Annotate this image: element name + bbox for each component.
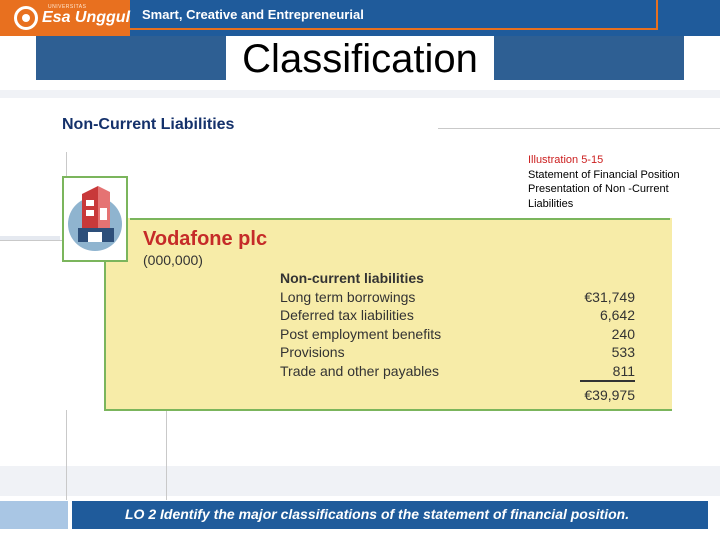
- footer-bottom-strip: [0, 529, 720, 540]
- divider-line: [438, 128, 720, 129]
- illustration-number: Illustration 5-15: [528, 154, 604, 166]
- divider-line: [66, 410, 67, 500]
- slide-title: Classification: [242, 37, 478, 81]
- row-label: Deferred tax liabilities: [280, 307, 414, 323]
- divider-line: [0, 240, 62, 241]
- divider-line: [66, 152, 67, 178]
- illustration-description: Statement of Financial Position Presenta…: [528, 168, 680, 210]
- illustration-caption: Illustration 5-15 Statement of Financial…: [528, 153, 708, 211]
- learning-objective: LO 2 Identify the major classifications …: [125, 506, 630, 522]
- university-emblem-icon: [14, 6, 38, 30]
- company-logo-frame: [62, 176, 128, 262]
- panel-left-border: [104, 262, 106, 410]
- panel-bottom-border: [104, 409, 672, 411]
- university-logo[interactable]: UNIVERSITAS Esa Unggul: [0, 0, 130, 36]
- row-value: €31,749: [584, 289, 635, 305]
- section-heading: Non-current liabilities: [280, 270, 424, 286]
- company-building-icon: [68, 186, 122, 251]
- row-value: 533: [611, 344, 635, 360]
- background-streak: [0, 466, 720, 496]
- row-label: Long term borrowings: [280, 289, 416, 305]
- divider-line: [166, 410, 167, 500]
- footer-accent: [0, 501, 68, 529]
- sum-rule: [580, 380, 635, 382]
- row-value: 6,642: [599, 307, 635, 323]
- logo-brand-text: Esa Unggul: [42, 9, 131, 26]
- units-label: (000,000): [143, 252, 203, 268]
- total-value: €39,975: [584, 387, 635, 403]
- row-label: Trade and other payables: [280, 363, 440, 379]
- header-tagline: Smart, Creative and Entrepreneurial: [142, 7, 364, 22]
- row-label: Post employment benefits: [280, 326, 442, 342]
- row-value: 811: [612, 363, 635, 379]
- panel-top-border: [130, 218, 670, 220]
- row-label: Provisions: [280, 344, 345, 360]
- slide-subtitle: Non-Current Liabilities: [62, 116, 235, 133]
- row-value: 240: [611, 326, 635, 342]
- company-name: Vodafone plc: [143, 228, 268, 250]
- background-streak: [0, 90, 720, 98]
